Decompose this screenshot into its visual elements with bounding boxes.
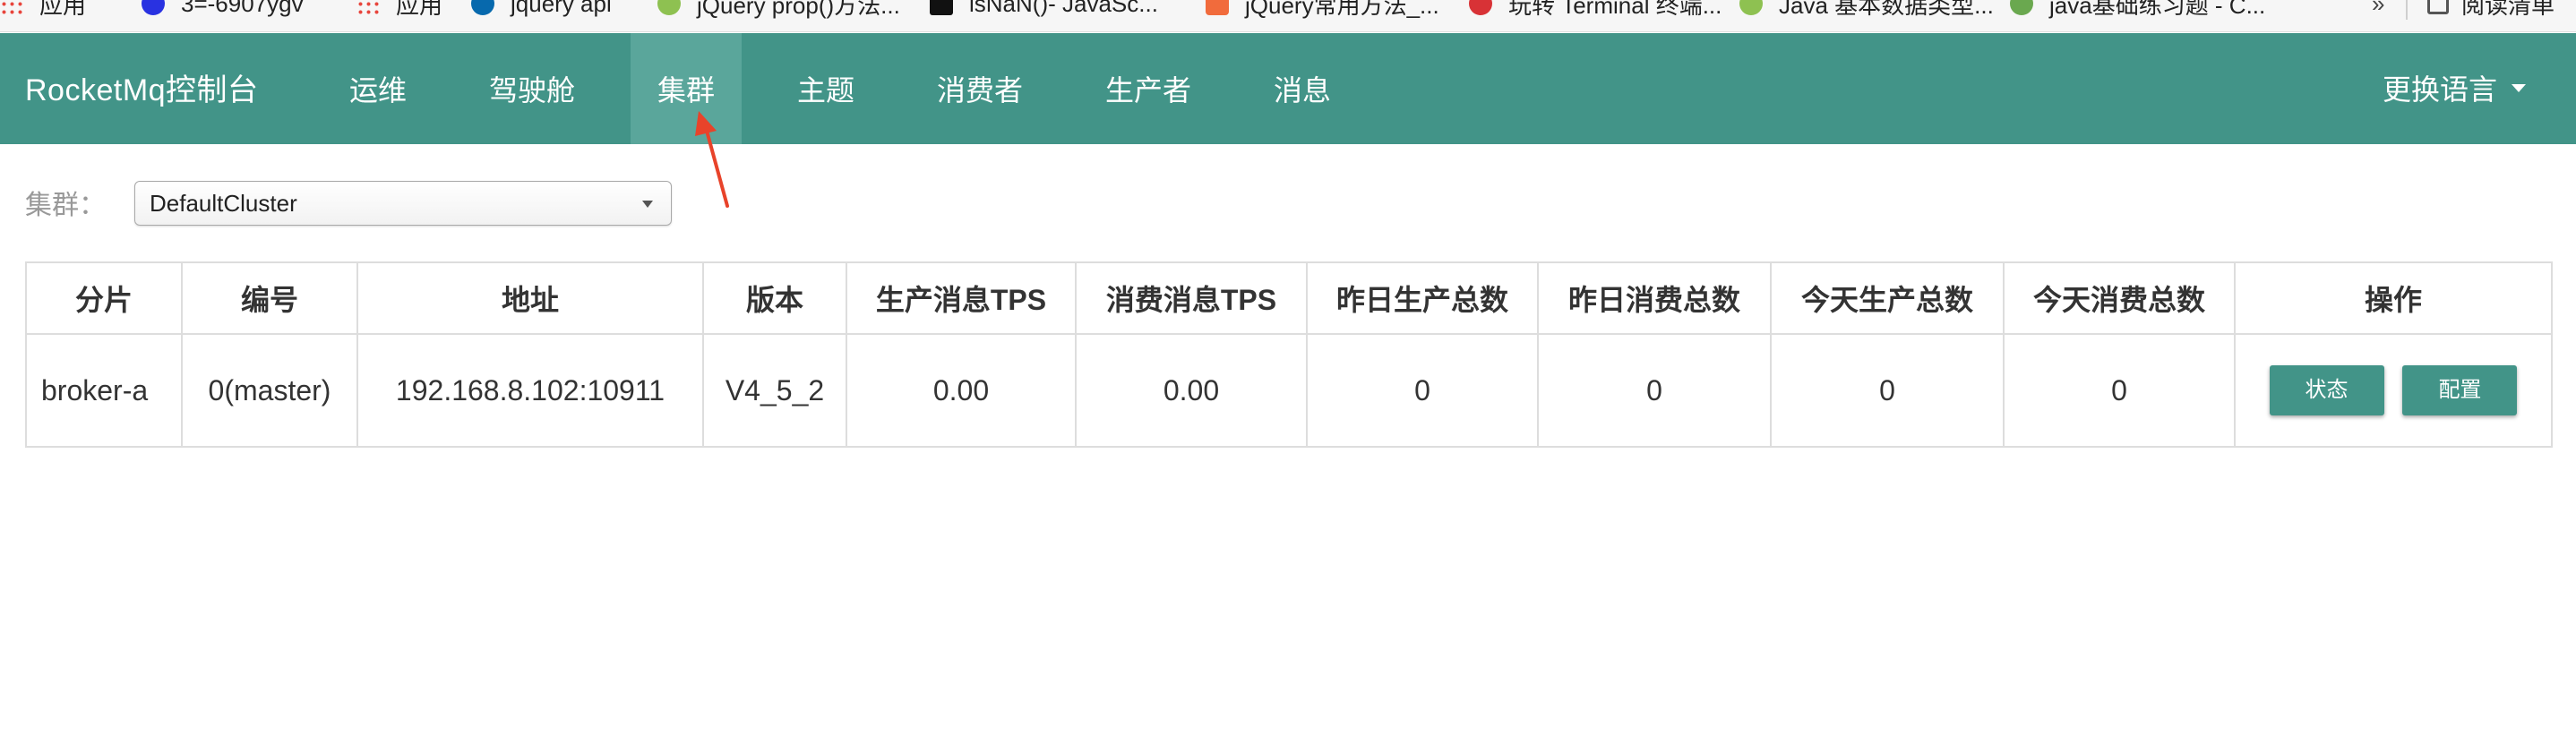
green-site-icon bbox=[657, 0, 681, 15]
bookmark-jquery-prop[interactable]: jQuery prop()方法... bbox=[657, 0, 900, 20]
nav-item-dashboard[interactable]: 驾驶舱 bbox=[478, 33, 586, 144]
bookmark-java-exercises[interactable]: java基础练习题 - C... bbox=[2010, 0, 2265, 20]
broker-table: 分片 编号 地址 版本 生产消息TPS 消费消息TPS 昨日生产总数 昨日消费总… bbox=[25, 261, 2553, 448]
red-site-icon bbox=[1469, 0, 1492, 15]
column-header: 地址 bbox=[356, 261, 704, 335]
column-header: 生产消息TPS bbox=[846, 261, 1077, 335]
config-button[interactable]: 配置 bbox=[2402, 365, 2518, 415]
status-button[interactable]: 状态 bbox=[2269, 365, 2384, 415]
broker-address-cell: 192.168.8.102:10911 bbox=[356, 333, 704, 448]
consume-tps-cell: 0.00 bbox=[1075, 333, 1308, 448]
nav-item-cluster[interactable]: 集群 bbox=[631, 33, 742, 144]
brand-title[interactable]: RocketMq控制台 bbox=[25, 65, 259, 109]
bookmark-baidu[interactable]: 3=-6907ygv bbox=[142, 0, 304, 20]
column-header: 消费消息TPS bbox=[1075, 261, 1308, 335]
language-dropdown[interactable]: 更换语言 bbox=[2383, 67, 2526, 108]
bookmark-apps-2[interactable]: 应用 bbox=[356, 0, 442, 20]
yesterday-produce-total-cell: 0 bbox=[1306, 333, 1539, 448]
column-header: 操作 bbox=[2234, 261, 2553, 335]
caret-down-icon bbox=[2512, 83, 2526, 92]
column-header: 编号 bbox=[181, 261, 358, 335]
orange-site-icon bbox=[1206, 0, 1229, 15]
top-navbar: RocketMq控制台 运维 驾驶舱 集群 主题 消费者 生产者 消息 更换语言 bbox=[0, 33, 2576, 144]
broker-name-cell: broker-a bbox=[25, 333, 183, 448]
column-header: 昨日消费总数 bbox=[1537, 261, 1772, 335]
bookmarks-bar: 应用 3=-6907ygv 应用 jquery api jQuery prop(… bbox=[0, 0, 2576, 32]
reading-list-icon bbox=[2427, 0, 2449, 14]
cluster-filter-label: 集群： bbox=[25, 191, 106, 220]
column-header: 今天消费总数 bbox=[2003, 261, 2236, 335]
bookmark-jquery-api[interactable]: jquery api bbox=[471, 0, 612, 20]
column-header: 今天生产总数 bbox=[1770, 261, 2005, 335]
nav-item-topic[interactable]: 主题 bbox=[785, 33, 867, 144]
nav-item-consumer[interactable]: 消费者 bbox=[926, 33, 1034, 144]
broker-id-cell: 0(master) bbox=[181, 333, 358, 448]
nav-item-ops[interactable]: 运维 bbox=[339, 33, 417, 144]
bookmark-jquery-methods[interactable]: jQuery常用方法_... bbox=[1206, 0, 1439, 20]
cluster-select[interactable]: DefaultCluster bbox=[134, 181, 672, 226]
produce-tps-cell: 0.00 bbox=[846, 333, 1077, 448]
bookmark-apps[interactable]: 应用 bbox=[0, 0, 86, 20]
column-header: 昨日生产总数 bbox=[1306, 261, 1539, 335]
java-site-icon bbox=[2010, 0, 2033, 15]
today-produce-total-cell: 0 bbox=[1770, 333, 2005, 448]
table-row: broker-a 0(master) 192.168.8.102:10911 V… bbox=[25, 333, 2553, 448]
broker-version-cell: V4_5_2 bbox=[702, 333, 847, 448]
jquery-icon bbox=[471, 0, 494, 15]
yesterday-consume-total-cell: 0 bbox=[1537, 333, 1772, 448]
bookmarks-divider bbox=[2406, 0, 2408, 20]
bookmark-terminal[interactable]: 玩转 Terminal 终端... bbox=[1469, 0, 1722, 20]
column-header: 分片 bbox=[25, 261, 183, 335]
nav-item-producer[interactable]: 生产者 bbox=[1095, 33, 1202, 144]
apps-grid-icon bbox=[0, 0, 23, 15]
select-caret-icon bbox=[642, 201, 653, 208]
nav-item-message[interactable]: 消息 bbox=[1261, 33, 1344, 144]
actions-cell: 状态 配置 bbox=[2234, 333, 2553, 448]
table-header-row: 分片 编号 地址 版本 生产消息TPS 消费消息TPS 昨日生产总数 昨日消费总… bbox=[25, 261, 2553, 335]
today-consume-total-cell: 0 bbox=[2003, 333, 2236, 448]
reading-list-button[interactable]: 阅读清单 bbox=[2427, 0, 2555, 20]
cluster-select-value: DefaultCluster bbox=[150, 189, 297, 217]
mdn-icon bbox=[930, 0, 953, 15]
column-header: 版本 bbox=[702, 261, 847, 335]
baidu-icon bbox=[142, 0, 165, 15]
bookmark-java-types[interactable]: Java 基本数据类型... bbox=[1739, 0, 1994, 20]
apps-grid-icon bbox=[356, 0, 380, 15]
bookmark-isnan[interactable]: isNaN()- JavaSc... bbox=[930, 0, 1158, 20]
bookmarks-overflow-button[interactable]: » bbox=[2372, 0, 2384, 20]
green-site-icon bbox=[1739, 0, 1763, 15]
